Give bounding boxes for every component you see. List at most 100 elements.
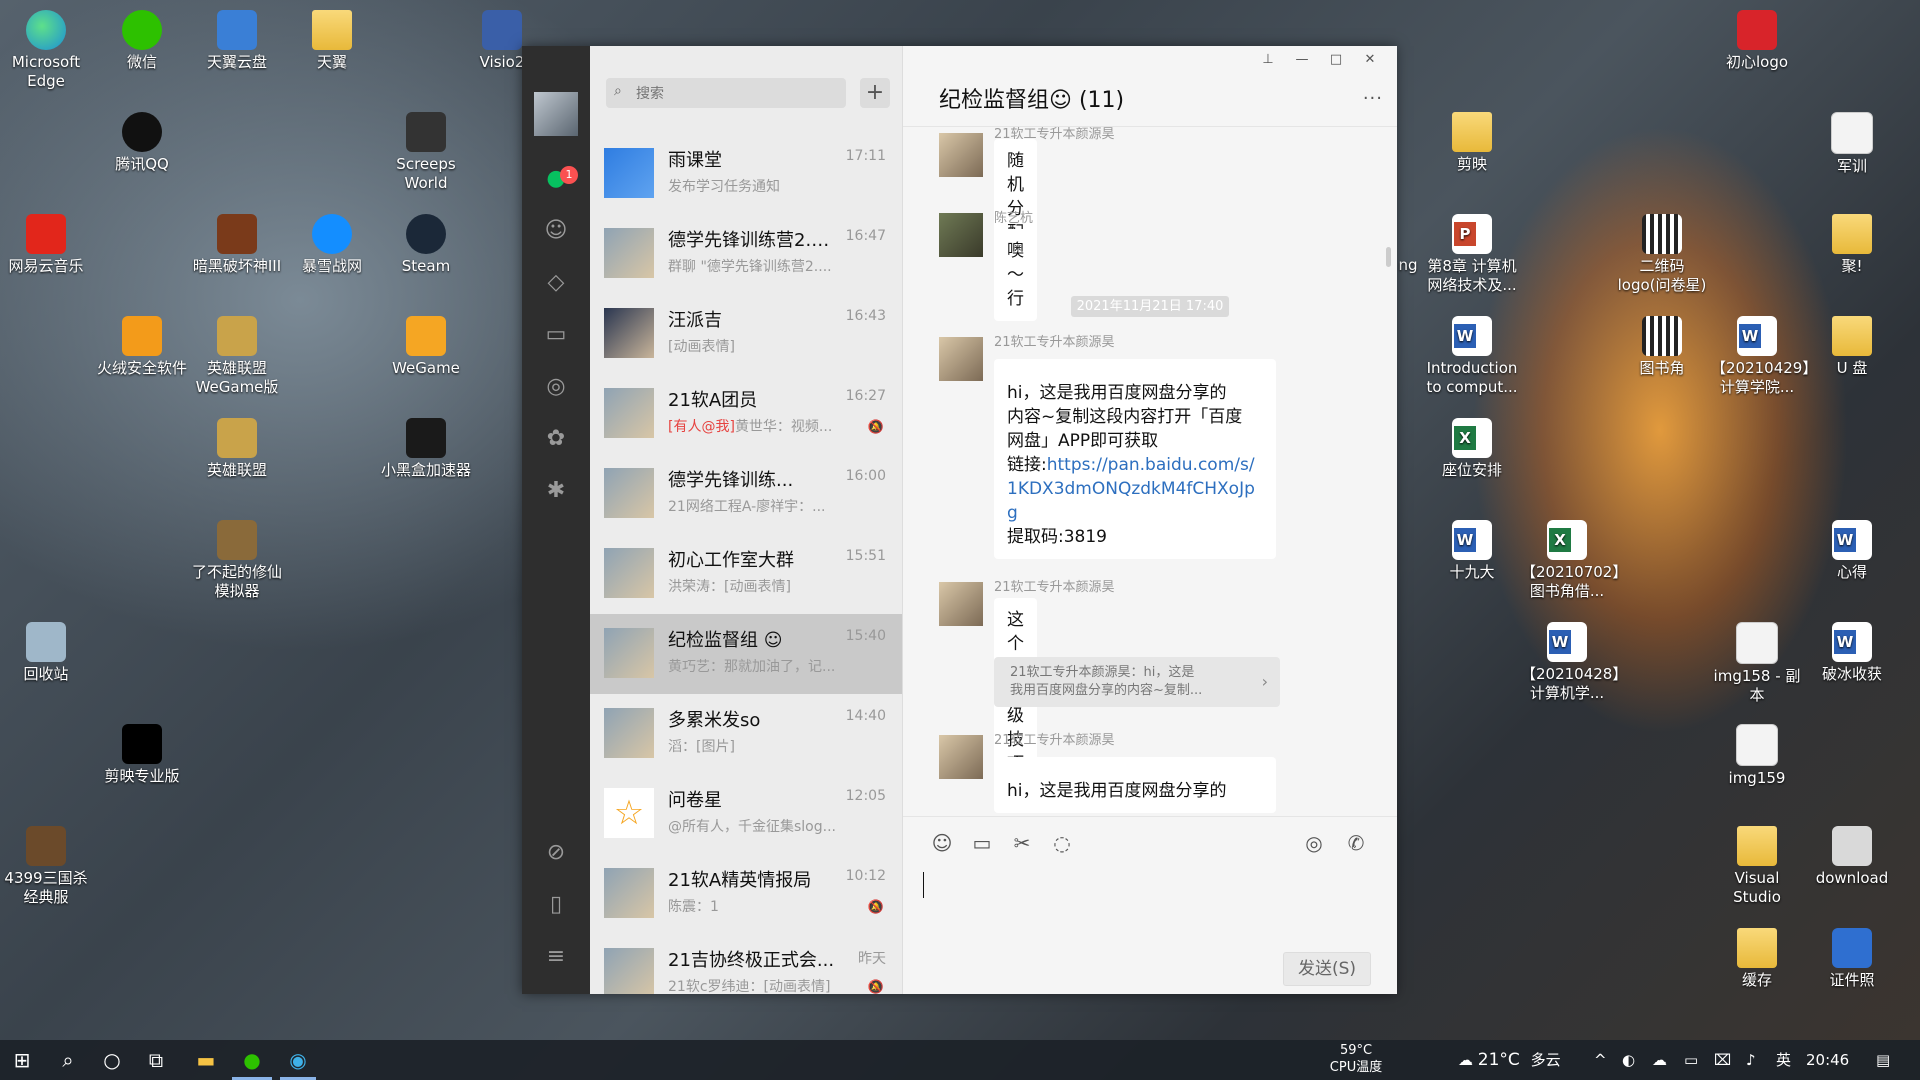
chat-item[interactable]: 汪派吉 16:43 [动画表情] [590,294,902,374]
desktop-icon-20210702[interactable]: 【20210702】图书角借... [1521,516,1627,601]
more-options-button[interactable]: ··· [1363,88,1383,109]
desktop-icon-visual-studio[interactable]: Visual Studio [1711,822,1803,907]
cloud-tray-icon[interactable]: ☁ [1652,1040,1667,1080]
sender-avatar[interactable] [939,735,983,779]
close-button[interactable]: ✕ [1353,52,1387,67]
chat-item[interactable]: 21软A精英情报局 10:12 陈震：1 🔕 [590,854,902,934]
maximize-button[interactable]: □ [1319,52,1353,67]
desktop-icon-screeps[interactable]: Screeps World [380,108,472,193]
desktop-icon-military-training[interactable]: 军训 [1806,108,1898,176]
desktop-icon-seating[interactable]: 座位安排 [1426,414,1518,480]
show-hidden-icons[interactable]: ^ [1594,1040,1607,1080]
notification-center-icon[interactable]: ▤ [1876,1040,1890,1080]
message-bubble[interactable]: hi，这是我用百度网盘分享的 [994,757,1276,813]
clock[interactable]: 20:46 [1806,1040,1849,1080]
desktop-icon-cache[interactable]: 缓存 [1711,924,1803,990]
user-avatar[interactable] [534,92,578,136]
desktop-icon-wegame[interactable]: WeGame [380,312,472,378]
desktop-icon-id-photo[interactable]: 证件照 [1806,924,1898,990]
desktop-icon-jianying-pro[interactable]: 剪映专业版 [96,720,188,786]
chat-item[interactable]: 德学先锋训练营2.0... 16:47 群聊 "德学先锋训练营2.... [590,214,902,294]
phone-icon[interactable]: ▯ [541,890,571,920]
windows-start-icon[interactable]: ⊞ [8,1046,36,1074]
desktop-icon-pobing[interactable]: 破冰收获 [1806,618,1898,684]
chat-item[interactable]: 初心工作室大群 15:51 洪荣涛：[动画表情] [590,534,902,614]
mini-program-icon[interactable]: ⊘ [541,838,571,868]
sender-avatar[interactable] [939,133,983,177]
qq-tray-icon[interactable]: ◐ [1622,1040,1635,1080]
search-input[interactable] [634,82,838,106]
desktop-icon-jianying-folder[interactable]: 剪映 [1426,108,1518,174]
network-icon[interactable]: ⌧ [1714,1040,1731,1080]
desktop-icon-xiuxian[interactable]: 了不起的修仙模拟器 [191,516,283,601]
desktop-icon-netease-music[interactable]: 网易云音乐 [0,210,92,276]
emoji-icon[interactable]: ☺ [929,831,955,855]
edge-taskbar-icon[interactable]: ◉ [284,1046,312,1074]
desktop-icon-chapter8-ppt[interactable]: 第8章 计算机网络技术及... [1426,210,1518,295]
quoted-message[interactable]: 21软工专升本颜源昊：hi，这是 我用百度网盘分享的内容~复制... › [994,657,1280,707]
search-mini-program-icon[interactable]: ✱ [541,476,571,506]
pin-icon[interactable]: ⊥ [1251,52,1285,67]
desktop-icon-xiaoheihe[interactable]: 小黑盒加速器 [380,414,472,480]
desktop-icon-chuxin-logo[interactable]: 初心logo [1711,6,1803,72]
desktop-icon-qr-logo[interactable]: 二维码logo(问卷星) [1616,210,1708,295]
chat-item[interactable]: 21吉协终极正式会... 昨天 21软c罗纬迪：[动画表情] 🔕 [590,934,902,994]
desktop-icon-sanguosha[interactable]: 4399三国杀经典服 [0,822,92,907]
desktop-icon-huorong[interactable]: 火绒安全软件 [96,312,188,378]
chat-history-icon[interactable]: ◌ [1049,831,1075,855]
battery-icon[interactable]: ▭ [1684,1040,1698,1080]
desktop-icon-lol[interactable]: 英雄联盟 [191,414,283,480]
desktop-icon-lol-wegame[interactable]: 英雄联盟 WeGame版 [191,312,283,397]
volume-icon[interactable]: ♪ [1746,1040,1756,1080]
desktop-icon-edge[interactable]: Microsoft Edge [0,6,92,91]
desktop-icon-wechat[interactable]: 微信 [96,6,188,72]
contacts-icon[interactable]: ☺ [541,216,571,246]
favorites-icon[interactable]: ◇ [541,268,571,298]
file-explorer-icon[interactable]: ▬ [192,1046,220,1074]
desktop-icon-battlenet[interactable]: 暴雪战网 [286,210,378,276]
desktop-icon-xinde[interactable]: 心得 [1806,516,1898,582]
desktop-icon-recycle-bin[interactable]: 回收站 [0,618,92,684]
sender-avatar[interactable] [939,213,983,257]
wechat-taskbar-icon[interactable]: ● [238,1046,266,1074]
files-icon[interactable]: ▭ [541,320,571,350]
message-bubble[interactable]: hi，这是我用百度网盘分享的 内容~复制这段内容打开「百度 网盘」APP即可获取… [994,359,1276,559]
chat-item[interactable]: 多累米发so 14:40 滔：[图片] [590,694,902,774]
start-group-chat-button[interactable]: + [860,78,890,108]
desktop-icon-partial[interactable]: ng [1396,256,1420,275]
desktop-icon-diablo[interactable]: 暗黑破坏神III [191,210,283,276]
menu-icon[interactable]: ≡ [541,942,571,972]
desktop-icon-img158[interactable]: img158 - 副本 [1711,618,1803,705]
weather-widget[interactable]: ☁ 21°C 多云 [1458,1040,1561,1080]
cortana-icon[interactable]: ○ [98,1046,126,1074]
desktop-icon-19th[interactable]: 十九大 [1426,516,1518,582]
desktop-icon-book-corner[interactable]: 图书角 [1616,312,1708,378]
desktop-icon-ju[interactable]: 聚! [1806,210,1898,276]
chat-item-selected[interactable]: 纪检监督组 ☺ 15:40 黄巧艺：那就加油了，记... [590,614,902,694]
scrollbar[interactable] [1386,247,1391,267]
message-input[interactable] [923,868,1377,938]
chat-item[interactable]: 21软A团员 16:27 [有人@我]黄世华：视频... 🔕 [590,374,902,454]
folder-icon[interactable]: ▭ [969,831,995,855]
live-icon[interactable]: ◎ [1301,831,1327,855]
desktop-icon-qq[interactable]: 腾讯QQ [96,108,188,174]
task-view-icon[interactable]: ⧉ [142,1046,170,1074]
sender-avatar[interactable] [939,337,983,381]
sender-avatar[interactable] [939,582,983,626]
cpu-temperature[interactable]: 59°C CPU温度 [1310,1042,1402,1076]
minimize-button[interactable]: — [1285,52,1319,67]
input-method[interactable]: 英 [1776,1040,1791,1080]
scissors-icon[interactable]: ✂ [1009,831,1035,855]
desktop-icon-img159[interactable]: img159 [1711,720,1803,788]
call-icon[interactable]: ✆ [1343,831,1369,855]
desktop-icon-tianyi-cloud[interactable]: 天翼云盘 [191,6,283,72]
desktop-icon-download[interactable]: download [1806,822,1898,888]
desktop-icon-visio[interactable]: Visio2 [476,6,528,72]
chat-item[interactable]: 德学先锋训练... 16:00 21网络工程A-廖祥宇：... [590,454,902,534]
send-button[interactable]: 发送(S) [1283,952,1371,986]
moments-icon[interactable]: ◎ [541,372,571,402]
chat-item[interactable]: 雨课堂 17:11 发布学习任务通知 [590,134,902,214]
desktop-icon-20210429[interactable]: 【20210429】计算学院... [1711,312,1817,397]
search-icon[interactable]: ⌕ [54,1046,82,1074]
desktop-icon-tianyi[interactable]: 天翼 [286,6,378,72]
